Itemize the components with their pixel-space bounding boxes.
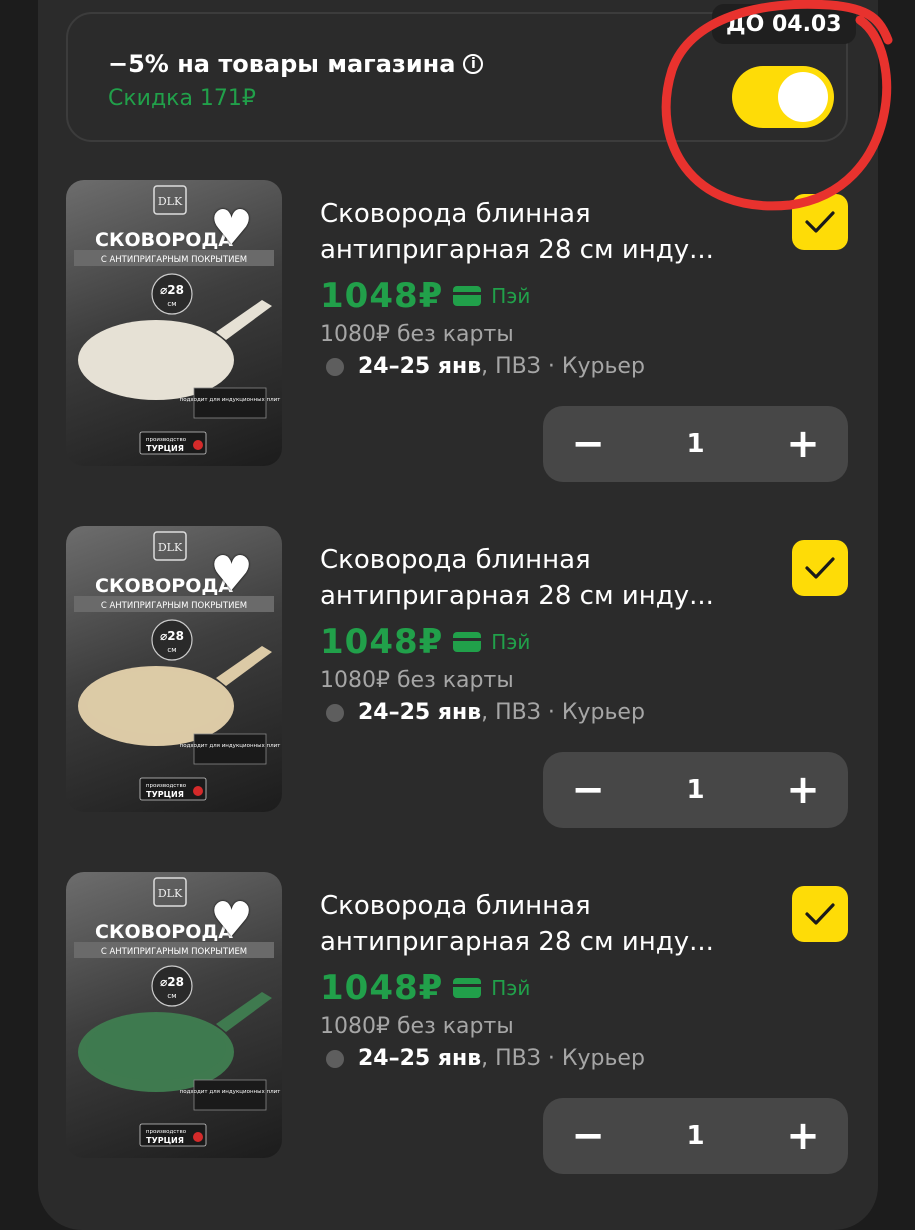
delivery-info: 24–25 янв, ПВЗ · Курьер	[326, 1046, 645, 1071]
increase-button[interactable]: +	[758, 752, 848, 828]
price: 1048₽	[320, 276, 444, 316]
price-without-card: 1080₽ без карты	[320, 322, 514, 347]
delivery-date: 24–25 янв	[358, 700, 482, 725]
delivery-dot-icon	[326, 357, 344, 376]
delivery-methods: , ПВЗ · Курьер	[481, 1046, 645, 1071]
package-origin-label: производство	[146, 1129, 187, 1135]
discount-toggle[interactable]	[732, 66, 834, 128]
package-note: подходит для индукционных плит	[180, 743, 282, 749]
product-image[interactable]: DLK СКОВОРОДА С АНТИПРИГАРНЫМ ПОКРЫТИЕМ …	[66, 180, 282, 466]
heart-icon[interactable]: ♥	[210, 550, 253, 598]
product-title[interactable]: Сковорода блинная антипригарная 28 см ин…	[320, 888, 740, 960]
product-title[interactable]: Сковорода блинная антипригарная 28 см ин…	[320, 196, 740, 268]
card-icon	[453, 286, 482, 306]
decrease-button[interactable]: −	[543, 406, 633, 482]
product-image[interactable]: DLK СКОВОРОДА С АНТИПРИГАРНЫМ ПОКРЫТИЕМ …	[66, 872, 282, 1158]
price: 1048₽	[320, 968, 444, 1008]
quantity-stepper: − 1 +	[543, 406, 848, 482]
cart-item: DLK СКОВОРОДА С АНТИПРИГАРНЫМ ПОКРЫТИЕМ …	[0, 526, 915, 828]
price-row: 1048₽ Пэй	[320, 622, 530, 662]
heart-icon[interactable]: ♥	[210, 204, 253, 252]
quantity-value: 1	[686, 429, 705, 459]
brand-logo-text: DLK	[158, 887, 183, 900]
product-title[interactable]: Сковорода блинная антипригарная 28 см ин…	[320, 542, 740, 614]
delivery-info: 24–25 янв, ПВЗ · Курьер	[326, 354, 645, 379]
delivery-dot-icon	[326, 1049, 344, 1068]
delivery-info: 24–25 янв, ПВЗ · Курьер	[326, 700, 645, 725]
pay-label: Пэй	[491, 976, 531, 1000]
delivery-methods: , ПВЗ · Курьер	[481, 700, 645, 725]
package-size-unit: см	[167, 300, 176, 308]
brand-logo-text: DLK	[158, 541, 183, 554]
package-origin: ТУРЦИЯ	[146, 1136, 184, 1145]
product-image[interactable]: DLK СКОВОРОДА С АНТИПРИГАРНЫМ ПОКРЫТИЕМ …	[66, 526, 282, 812]
package-size: ⌀28	[160, 975, 184, 989]
checkmark-icon	[805, 211, 835, 233]
price-without-card: 1080₽ без карты	[320, 1014, 514, 1039]
package-origin-label: производство	[146, 437, 187, 443]
card-icon	[453, 978, 482, 998]
package-size: ⌀28	[160, 629, 184, 643]
decrease-button[interactable]: −	[543, 1098, 633, 1174]
package-subheading: С АНТИПРИГАРНЫМ ПОКРЫТИЕМ	[101, 947, 247, 957]
quantity-stepper: − 1 +	[543, 752, 848, 828]
quantity-value: 1	[686, 1121, 705, 1151]
discount-title-text: −5% на товары магазина	[108, 50, 456, 78]
pay-label: Пэй	[491, 284, 531, 308]
pay-label: Пэй	[491, 630, 531, 654]
delivery-dot-icon	[326, 703, 344, 722]
quantity-value: 1	[686, 775, 705, 805]
item-checkbox[interactable]	[792, 540, 848, 596]
decrease-button[interactable]: −	[543, 752, 633, 828]
quantity-stepper: − 1 +	[543, 1098, 848, 1174]
price-without-card: 1080₽ без карты	[320, 668, 514, 693]
toggle-knob	[778, 72, 828, 122]
price: 1048₽	[320, 622, 444, 662]
package-note: подходит для индукционных плит	[180, 1089, 282, 1095]
package-subheading: С АНТИПРИГАРНЫМ ПОКРЫТИЕМ	[101, 601, 247, 611]
cart-item: DLK СКОВОРОДА С АНТИПРИГАРНЫМ ПОКРЫТИЕМ …	[0, 872, 915, 1174]
package-note: подходит для индукционных плит	[180, 397, 282, 403]
item-checkbox[interactable]	[792, 194, 848, 250]
delivery-date: 24–25 янв	[358, 1046, 482, 1071]
info-icon[interactable]: i	[463, 54, 484, 74]
promo-deadline-badge: ДО 04.03	[712, 4, 856, 44]
item-checkbox[interactable]	[792, 886, 848, 942]
price-row: 1048₽ Пэй	[320, 968, 530, 1008]
checkmark-icon	[805, 557, 835, 579]
package-size: ⌀28	[160, 283, 184, 297]
delivery-methods: , ПВЗ · Курьер	[481, 354, 645, 379]
package-origin: ТУРЦИЯ	[146, 790, 184, 799]
price-row: 1048₽ Пэй	[320, 276, 530, 316]
discount-amount: Скидка 171₽	[108, 86, 256, 111]
package-origin: ТУРЦИЯ	[146, 444, 184, 453]
package-size-unit: см	[167, 646, 176, 654]
card-icon	[453, 632, 482, 652]
package-subheading: С АНТИПРИГАРНЫМ ПОКРЫТИЕМ	[101, 255, 247, 265]
checkmark-icon	[805, 903, 835, 925]
cart-item: DLK СКОВОРОДА С АНТИПРИГАРНЫМ ПОКРЫТИЕМ …	[0, 180, 915, 482]
package-origin-label: производство	[146, 783, 187, 789]
heart-icon[interactable]: ♥	[210, 896, 253, 944]
increase-button[interactable]: +	[758, 1098, 848, 1174]
increase-button[interactable]: +	[758, 406, 848, 482]
brand-logo-text: DLK	[158, 195, 183, 208]
delivery-date: 24–25 янв	[358, 354, 482, 379]
discount-title: −5% на товары магазина i	[108, 50, 484, 78]
package-size-unit: см	[167, 992, 176, 1000]
